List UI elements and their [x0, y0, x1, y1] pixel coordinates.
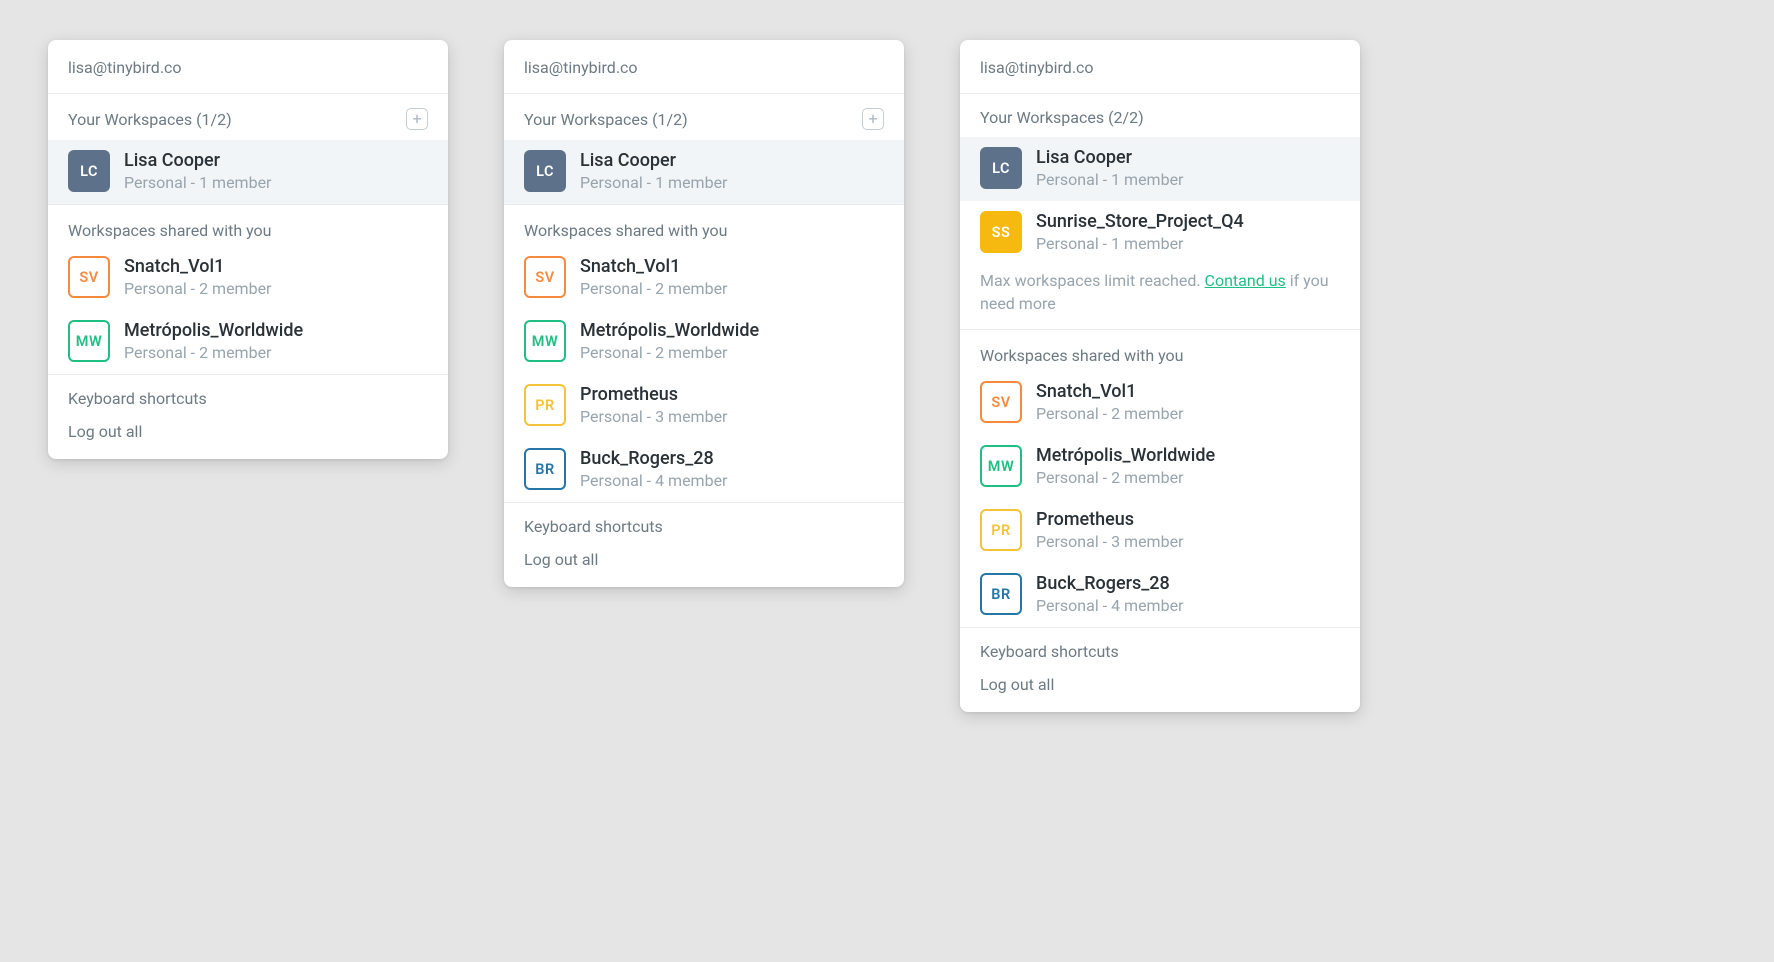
- logout-all-link[interactable]: Log out all: [960, 667, 1360, 712]
- add-workspace-button[interactable]: +: [406, 108, 428, 130]
- workspace-meta: Personal - 2 member: [580, 343, 759, 362]
- limit-message: Max workspaces limit reached. Contand us…: [960, 265, 1360, 329]
- workspace-item[interactable]: BR Buck_Rogers_28 Personal - 4 member: [504, 438, 904, 502]
- plus-icon: +: [868, 111, 877, 127]
- workspace-meta: Personal - 1 member: [1036, 170, 1183, 189]
- workspace-name: Buck_Rogers_28: [580, 448, 727, 469]
- logout-all-link[interactable]: Log out all: [48, 414, 448, 459]
- your-workspaces-label: Your Workspaces (1/2): [68, 110, 232, 129]
- workspace-item[interactable]: LC Lisa Cooper Personal - 1 member: [504, 140, 904, 204]
- workspace-item[interactable]: PR Prometheus Personal - 3 member: [504, 374, 904, 438]
- keyboard-shortcuts-link[interactable]: Keyboard shortcuts: [504, 503, 904, 542]
- plus-icon: +: [412, 111, 421, 127]
- shared-workspaces-label: Workspaces shared with you: [960, 330, 1360, 371]
- workspace-avatar: SV: [980, 381, 1022, 423]
- add-workspace-button[interactable]: +: [862, 108, 884, 130]
- workspace-item[interactable]: MW Metrópolis_Worldwide Personal - 2 membe…: [504, 310, 904, 374]
- workspace-meta: Personal - 2 member: [124, 279, 271, 298]
- workspace-name: Prometheus: [1036, 509, 1183, 530]
- workspace-name: Snatch_Vol1: [124, 256, 271, 277]
- workspace-avatar: SV: [68, 256, 110, 298]
- workspace-name: Metrópolis_Worldwide: [1036, 445, 1215, 466]
- contact-us-link[interactable]: Contand us: [1205, 271, 1286, 290]
- keyboard-shortcuts-link[interactable]: Keyboard shortcuts: [960, 628, 1360, 667]
- workspace-meta: Personal - 1 member: [1036, 234, 1244, 253]
- workspace-item[interactable]: MW Metrópolis_Worldwide Personal - 2 membe…: [960, 435, 1360, 499]
- workspace-avatar: SS: [980, 211, 1022, 253]
- workspace-item[interactable]: SV Snatch_Vol1 Personal - 2 member: [960, 371, 1360, 435]
- workspace-name: Snatch_Vol1: [1036, 381, 1183, 402]
- workspace-avatar: LC: [68, 150, 110, 192]
- workspace-meta: Personal - 3 member: [1036, 532, 1183, 551]
- workspace-item[interactable]: LC Lisa Cooper Personal - 1 member: [48, 140, 448, 204]
- workspace-avatar: BR: [980, 573, 1022, 615]
- workspace-name: Lisa Cooper: [580, 150, 727, 171]
- workspace-avatar: PR: [980, 509, 1022, 551]
- workspace-item[interactable]: PR Prometheus Personal - 3 member: [960, 499, 1360, 563]
- workspace-avatar: PR: [524, 384, 566, 426]
- workspace-meta: Personal - 3 member: [580, 407, 727, 426]
- workspace-avatar: MW: [980, 445, 1022, 487]
- workspace-name: Buck_Rogers_28: [1036, 573, 1183, 594]
- workspace-meta: Personal - 1 member: [580, 173, 727, 192]
- workspace-name: Metrópolis_Worldwide: [124, 320, 303, 341]
- workspace-item[interactable]: BR Buck_Rogers_28 Personal - 4 member: [960, 563, 1360, 627]
- workspace-meta: Personal - 4 member: [580, 471, 727, 490]
- workspace-panel-1: lisa@tinybird.co Your Workspaces (1/2) + LC…: [48, 40, 448, 459]
- shared-workspaces-label: Workspaces shared with you: [504, 205, 904, 246]
- workspace-item[interactable]: SV Snatch_Vol1 Personal - 2 member: [48, 246, 448, 310]
- workspace-meta: Personal - 1 member: [124, 173, 271, 192]
- workspace-panel-2: lisa@tinybird.co Your Workspaces (1/2) + LC…: [504, 40, 904, 587]
- workspace-meta: Personal - 2 member: [1036, 468, 1215, 487]
- workspace-name: Lisa Cooper: [1036, 147, 1183, 168]
- workspace-meta: Personal - 2 member: [1036, 404, 1183, 423]
- workspace-avatar: BR: [524, 448, 566, 490]
- logout-all-link[interactable]: Log out all: [504, 542, 904, 587]
- user-email: lisa@tinybird.co: [504, 40, 904, 93]
- workspace-item[interactable]: SV Snatch_Vol1 Personal - 2 member: [504, 246, 904, 310]
- workspace-avatar: LC: [980, 147, 1022, 189]
- workspace-panel-3: lisa@tinybird.coYour Workspaces (2/2)LCL…: [960, 40, 1360, 712]
- workspace-name: Prometheus: [580, 384, 727, 405]
- keyboard-shortcuts-link[interactable]: Keyboard shortcuts: [48, 375, 448, 414]
- your-workspaces-label: Your Workspaces (1/2): [524, 110, 688, 129]
- workspace-meta: Personal - 2 member: [580, 279, 727, 298]
- workspace-item[interactable]: LC Lisa Cooper Personal - 1 member: [960, 137, 1360, 201]
- workspace-avatar: MW: [68, 320, 110, 362]
- workspace-name: Snatch_Vol1: [580, 256, 727, 277]
- workspace-name: Sunrise_Store_Project_Q4: [1036, 211, 1244, 232]
- workspace-avatar: SV: [524, 256, 566, 298]
- workspace-name: Lisa Cooper: [124, 150, 271, 171]
- workspace-item[interactable]: MW Metrópolis_Worldwide Personal - 2 membe…: [48, 310, 448, 374]
- workspace-meta: Personal - 2 member: [124, 343, 303, 362]
- workspace-avatar: LC: [524, 150, 566, 192]
- your-workspaces-label: Your Workspaces (2/2): [980, 108, 1144, 127]
- user-email: lisa@tinybird.co: [48, 40, 448, 93]
- workspace-item[interactable]: SS Sunrise_Store_Project_Q4 Personal - 1 m…: [960, 201, 1360, 265]
- user-email: lisa@tinybird.co: [960, 40, 1360, 93]
- workspace-avatar: MW: [524, 320, 566, 362]
- shared-workspaces-label: Workspaces shared with you: [48, 205, 448, 246]
- workspace-name: Metrópolis_Worldwide: [580, 320, 759, 341]
- workspace-meta: Personal - 4 member: [1036, 596, 1183, 615]
